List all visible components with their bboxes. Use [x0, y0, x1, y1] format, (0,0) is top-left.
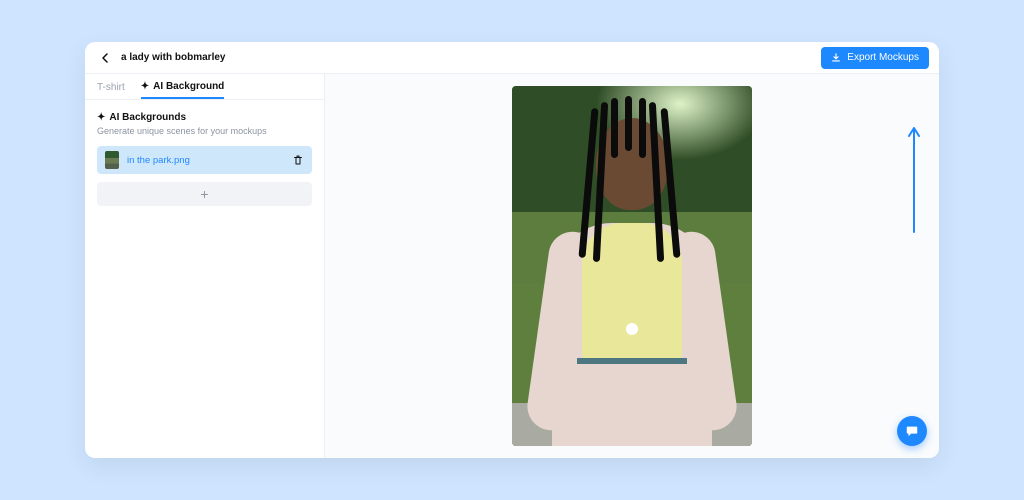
topbar: a lady with bobmarley Export Mockups: [85, 42, 939, 74]
page-title: a lady with bobmarley: [121, 52, 225, 63]
annotation-arrow: [907, 124, 921, 234]
chevron-left-icon: [101, 53, 108, 63]
panel-heading-text: AI Backgrounds: [109, 112, 186, 123]
panel-subheading: Generate unique scenes for your mockups: [97, 126, 312, 136]
sparkle-icon: ✦: [97, 112, 105, 123]
canvas-area: [325, 74, 939, 458]
main: T-shirt ✦ AI Background ✦ AI Backgrounds…: [85, 74, 939, 458]
tab-ai-background[interactable]: ✦ AI Background: [141, 81, 225, 99]
tab-ai-background-label: AI Background: [153, 81, 224, 92]
trash-icon[interactable]: [292, 154, 304, 166]
tab-tshirt[interactable]: T-shirt: [97, 82, 125, 99]
chat-icon: [905, 424, 919, 438]
background-file-name[interactable]: in the park.png: [127, 155, 284, 166]
export-mockups-button[interactable]: Export Mockups: [821, 47, 929, 69]
plus-icon: +: [200, 186, 208, 202]
add-background-button[interactable]: +: [97, 182, 312, 206]
export-label: Export Mockups: [847, 52, 919, 63]
sidebar: T-shirt ✦ AI Background ✦ AI Backgrounds…: [85, 74, 325, 458]
ai-backgrounds-panel: ✦ AI Backgrounds Generate unique scenes …: [85, 100, 324, 218]
background-file-row[interactable]: in the park.png: [97, 146, 312, 174]
app-window: a lady with bobmarley Export Mockups T-s…: [85, 42, 939, 458]
back-button[interactable]: [95, 49, 113, 67]
chat-fab[interactable]: [897, 416, 927, 446]
tabs: T-shirt ✦ AI Background: [85, 74, 324, 100]
download-icon: [831, 53, 841, 63]
panel-heading: ✦ AI Backgrounds: [97, 112, 312, 123]
sparkle-icon: ✦: [141, 81, 149, 92]
background-thumbnail: [105, 151, 119, 169]
mockup-preview[interactable]: [512, 86, 752, 446]
